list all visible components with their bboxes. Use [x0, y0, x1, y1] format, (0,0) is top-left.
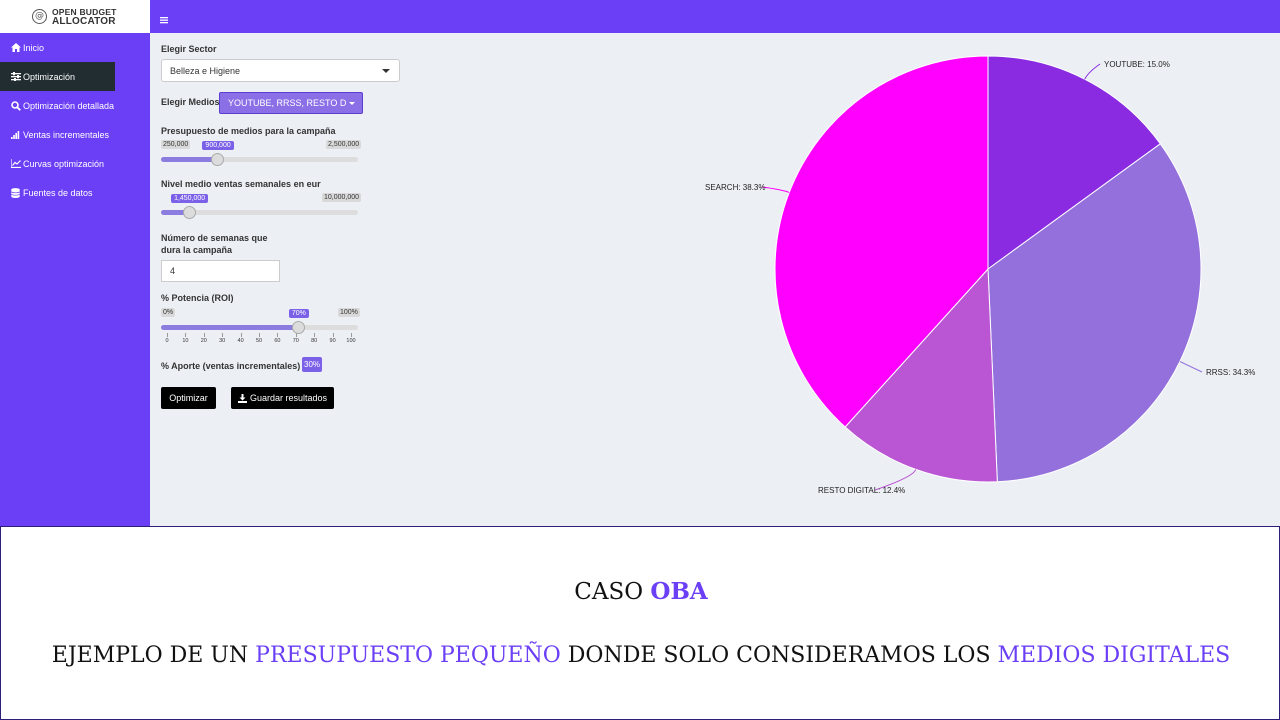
sidebar-item-label: Inicio — [23, 42, 45, 53]
pie-slice-label: RRSS: 34.3% — [1206, 368, 1255, 377]
roi-tick-label: 80 — [311, 338, 318, 344]
logo-mark-icon: @ — [32, 9, 47, 24]
save-results-label: Guardar resultados — [249, 393, 328, 403]
caption-title-accent: OBA — [650, 578, 708, 605]
pie-slice-label: SEARCH: 38.3% — [705, 183, 765, 192]
sidebar-item-label: Curvas optimización — [23, 158, 105, 169]
roi-tick — [167, 333, 168, 337]
aporte-label: % Aporte (ventas incrementales) = — [161, 361, 308, 371]
pie-label-connector — [1179, 361, 1203, 373]
roi-tick — [222, 333, 224, 337]
caption-subtitle-part1: EJEMPLO DE UN — [51, 643, 256, 668]
line-chart-icon — [10, 159, 21, 168]
aporte-value-badge: 30% — [302, 357, 323, 372]
sidebar-item-inicio[interactable]: Inicio — [0, 33, 150, 62]
roi-tick — [203, 333, 205, 337]
sales-max: 10,000,000 — [322, 193, 362, 202]
roi-tick-label: 50 — [255, 338, 263, 344]
caption-panel: CASO OBA EJEMPLO DE UN PRESUPUESTO PEQUE… — [0, 526, 1280, 720]
pie-chart: YOUTUBE: 15.0% RRSS: 34.3% RESTO DIGITAL: … — [705, 55, 1255, 495]
weeks-label-line1: Número de semanas que — [161, 233, 268, 243]
weeks-label-line2: dura la campaña — [161, 245, 233, 255]
roi-tick — [332, 333, 334, 337]
roi-tick — [240, 333, 242, 337]
medios-dropdown-value: YOUTUBE, RRSS, RESTO DIGITAL — [228, 98, 347, 108]
logo[interactable]: @ OPEN BUDGET ALLOCATOR — [0, 0, 150, 33]
pie-label-connector — [1084, 63, 1101, 80]
sidebar-item-label: Ventas incrementales — [23, 129, 110, 140]
sidebar-item-label: Fuentes de datos — [23, 187, 93, 198]
home-icon — [10, 43, 21, 52]
database-icon — [10, 187, 21, 198]
sidebar-menu: Inicio Optimización Optimización detalla… — [0, 33, 150, 207]
roi-tick-label: 30 — [219, 338, 226, 344]
caption-subtitle: EJEMPLO DE UN PRESUPUESTO PEQUEÑO DONDE … — [1, 643, 1280, 668]
roi-tick — [277, 333, 279, 337]
budget-value-tag: 900,000 — [202, 141, 234, 150]
sidebar-item-label: Optimización — [23, 71, 76, 82]
roi-label: % Potencia (ROI) — [161, 293, 234, 303]
logo-text: OPEN BUDGET ALLOCATOR — [52, 7, 117, 27]
roi-slider-fill — [161, 325, 299, 330]
hamburger-menu-icon[interactable] — [160, 11, 168, 24]
pie-slice-label: RESTO DIGITAL: 12.4% — [818, 486, 905, 495]
roi-tick-label: 100 — [346, 338, 356, 344]
sidebar-item-optimizacion-detallada[interactable]: Optimización detallada — [0, 91, 150, 120]
top-navbar — [150, 0, 1280, 33]
sales-value-tag: 1,450,000 — [171, 194, 209, 203]
pie-slice-label: YOUTUBE: 15.0% — [1104, 60, 1170, 69]
roi-tick — [185, 333, 187, 337]
budget-min: 250,000 — [161, 140, 191, 149]
roi-tick-label: 60 — [274, 338, 281, 344]
roi-tick — [351, 333, 352, 337]
roi-max: 100% — [338, 308, 360, 317]
roi-tick-label: 70 — [292, 338, 299, 344]
caret-down-icon — [382, 69, 390, 73]
caption-title: CASO OBA — [1, 578, 1280, 605]
sector-select[interactable]: Belleza e Higiene — [161, 59, 400, 82]
caret-down-icon — [349, 102, 355, 105]
search-icon — [10, 100, 21, 111]
logo-line2: ALLOCATOR — [52, 15, 116, 27]
budget-label: Presupuesto de medios para la campaña — [161, 126, 336, 136]
roi-tick-label: 90 — [329, 338, 336, 344]
weeks-input[interactable]: 4 — [161, 260, 280, 282]
save-results-button[interactable]: Guardar resultados — [231, 387, 334, 409]
roi-value-tag: 70% — [288, 309, 309, 318]
roi-tick-label: 10 — [182, 338, 189, 344]
sidebar: @ OPEN BUDGET ALLOCATOR Inicio Optimizac… — [0, 0, 150, 526]
budget-slider-fill — [161, 157, 218, 162]
roi-tick-label: 0 — [165, 338, 169, 344]
sector-label: Elegir Sector — [161, 44, 217, 54]
app-window: @ OPEN BUDGET ALLOCATOR Inicio Optimizac… — [0, 0, 1280, 526]
roi-min: 0% — [161, 308, 176, 317]
budget-max: 2,500,000 — [326, 140, 362, 149]
signal-bars-icon — [10, 130, 21, 139]
caption-title-text: CASO — [574, 579, 651, 605]
sales-label: Nivel medio ventas semanales en eur — [161, 179, 321, 189]
caption-subtitle-part2: DONDE SOLO CONSIDERAMOS LOS — [560, 643, 998, 668]
roi-tick-label: 40 — [237, 338, 244, 344]
roi-slider-handle[interactable] — [291, 321, 305, 334]
optimize-button[interactable]: Optimizar — [161, 387, 216, 409]
sidebar-item-curvas-optimizacion[interactable]: Curvas optimización — [0, 149, 150, 178]
roi-tick — [259, 333, 260, 337]
roi-tick — [314, 333, 316, 337]
sidebar-item-ventas-incrementales[interactable]: Ventas incrementales — [0, 120, 150, 149]
medios-dropdown-button[interactable]: YOUTUBE, RRSS, RESTO DIGITAL — [219, 92, 363, 114]
sector-select-value: Belleza e Higiene — [170, 65, 241, 76]
medios-label: Elegir Medios: — [161, 97, 223, 107]
budget-slider-handle[interactable] — [210, 153, 224, 166]
sidebar-item-optimizacion[interactable]: Optimización — [0, 62, 115, 91]
download-icon — [237, 393, 247, 403]
roi-tick-label: 20 — [200, 338, 207, 344]
sliders-icon — [10, 72, 21, 81]
caption-subtitle-accent1: PRESUPUESTO PEQUEÑO — [255, 643, 561, 668]
sales-slider-handle[interactable] — [182, 206, 196, 219]
weeks-label: Número de semanas que dura la campaña — [161, 232, 268, 256]
sidebar-item-label: Optimización detallada — [23, 100, 115, 111]
caption-subtitle-accent2: MEDIOS DIGITALES — [997, 643, 1231, 668]
pie-label-connector — [761, 186, 790, 193]
sidebar-item-fuentes-de-datos[interactable]: Fuentes de datos — [0, 178, 150, 207]
